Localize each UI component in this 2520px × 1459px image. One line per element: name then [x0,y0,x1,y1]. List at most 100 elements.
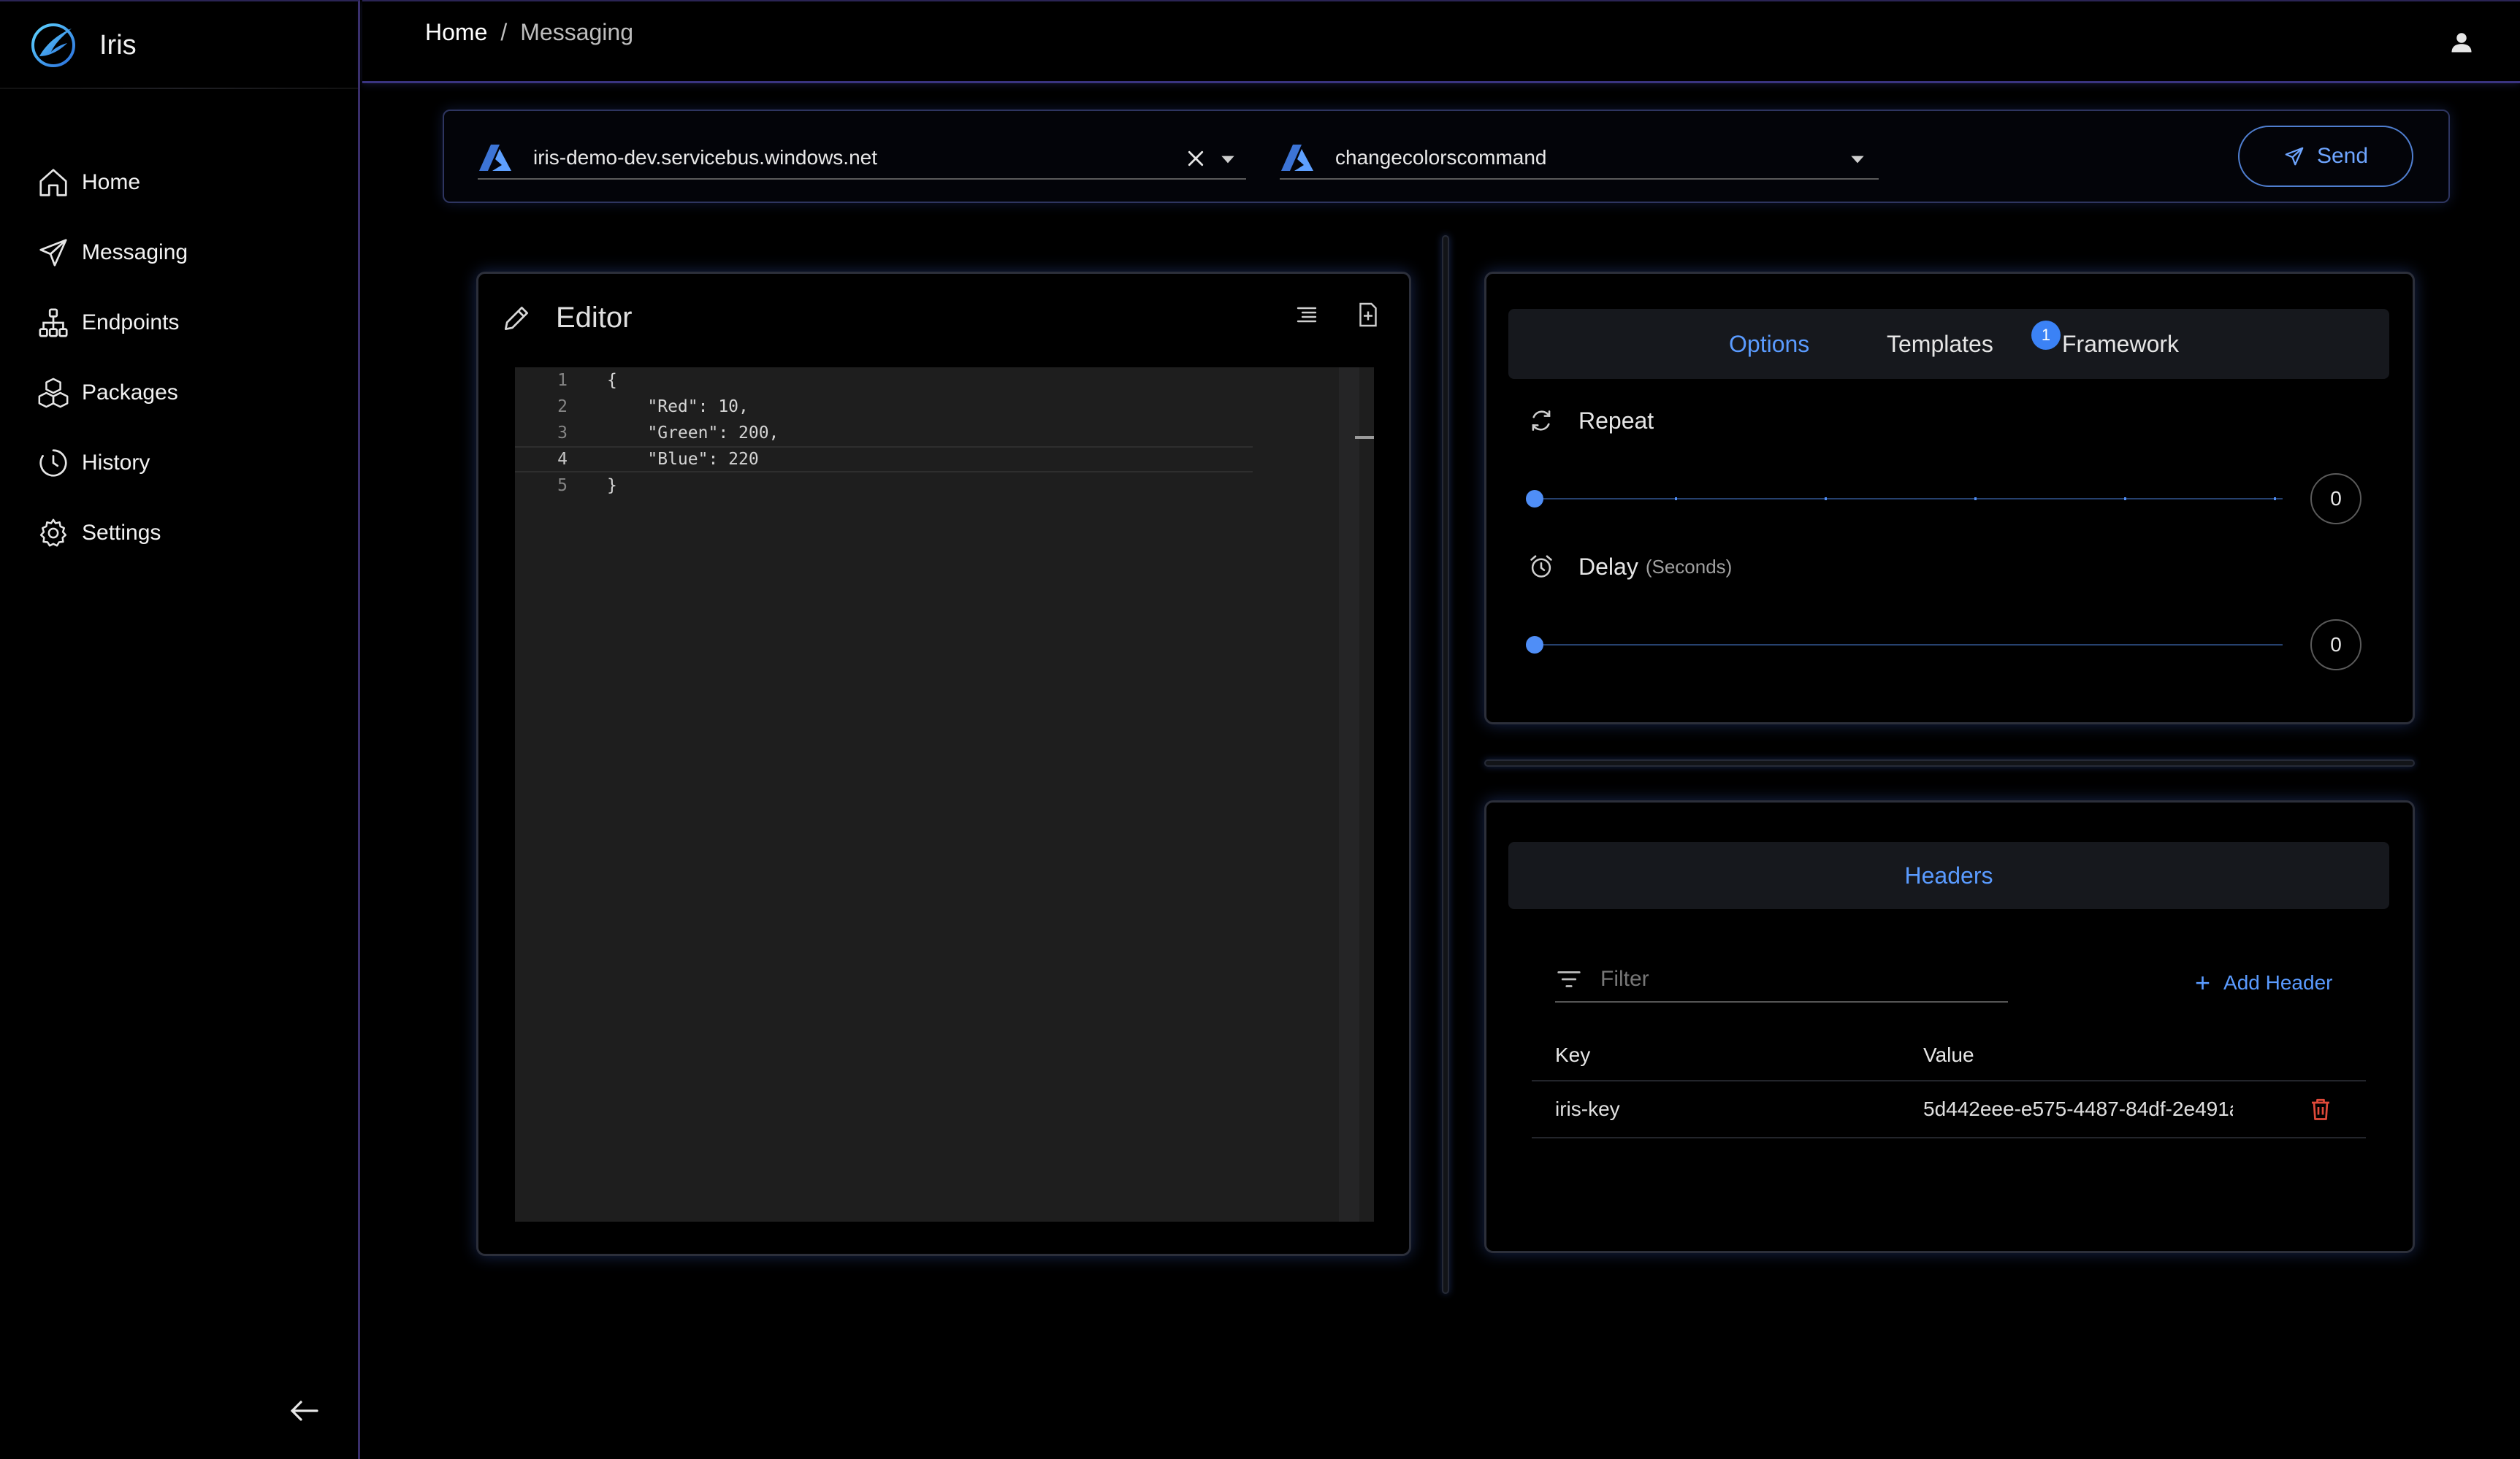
azure-icon [479,145,511,171]
endpoints-icon [39,308,68,337]
breadcrumb-current: Messaging [520,19,633,45]
sidebar: Iris Home Messaging Endpoints Packages H… [0,0,360,1459]
templates-count-badge: 1 [2031,321,2061,350]
sidebar-item-history[interactable]: History [37,428,188,498]
send-toolbar: iris-demo-dev.servicebus.windows.net cha… [443,110,2450,203]
options-tabs: Options Templates 1 Framework [1508,309,2389,379]
sidebar-item-label: History [82,451,150,475]
refresh-icon [1532,410,1551,431]
sidebar-item-settings[interactable]: Settings [37,498,188,568]
message-type-value: changecolorscommand [1335,146,1547,169]
code-text: "Blue": 220 [607,450,759,469]
pencil-icon [504,306,529,330]
header-value-cell[interactable]: 5d442eee-e575-4487-84df-2e491a [1923,1098,2233,1121]
table-divider [1532,1080,2366,1081]
slider-tick [2124,497,2126,500]
sidebar-item-label: Endpoints [82,310,180,334]
slider-rail [1533,644,2283,646]
delay-slider[interactable] [1526,630,2283,659]
line-number: 2 [557,397,568,416]
header-key-cell[interactable]: iris-key [1555,1098,1620,1121]
headers-panel: Headers + Add Header Key Value iris-key … [1484,800,2415,1253]
code-editor[interactable]: 1 { 2 "Red": 10, 3 "Green": 200, 4 "Blue… [515,367,1374,1222]
delay-unit: (Seconds) [1645,555,1733,578]
sidebar-item-endpoints[interactable]: Endpoints [37,288,188,358]
plus-icon: + [2195,968,2211,997]
tab-templates[interactable]: Templates [1887,331,1993,358]
send-icon [39,239,67,267]
repeat-slider[interactable] [1526,484,2283,513]
breadcrumb-separator: / [500,19,508,45]
delay-slider-thumb[interactable] [1526,636,1543,654]
gear-icon [39,518,67,547]
send-button[interactable]: Send [2238,126,2413,187]
chevron-down-icon[interactable] [1218,152,1237,166]
repeat-value: 0 [2310,473,2361,524]
send-icon [2285,147,2304,166]
sidebar-item-messaging[interactable]: Messaging [37,218,188,288]
slider-tick [2274,497,2276,500]
send-button-label: Send [2316,144,2369,168]
repeat-slider-thumb[interactable] [1526,490,1543,508]
code-text: { [607,371,617,390]
app-name: Iris [99,29,137,61]
code-line: 2 "Red": 10, [515,394,1253,420]
slider-tick [1675,497,1677,500]
column-header-value: Value [1923,1043,1974,1066]
table-divider [1532,1137,2366,1138]
editor-panel: Editor 1 { 2 "Red": 10, 3 "Green": 200, … [476,272,1411,1256]
header-filter[interactable] [1555,957,2008,1003]
packages-icon [38,378,69,408]
headers-tab-bar: Headers [1508,842,2389,909]
slider-rail [1533,498,2283,499]
editor-scrollbar[interactable] [1339,367,1359,1222]
code-line: 5 } [515,472,1253,499]
editor-scroll-marker[interactable] [1355,436,1374,439]
clear-icon[interactable] [1185,148,1207,169]
alarm-clock-icon [1530,555,1552,578]
line-number: 1 [557,371,568,390]
vertical-splitter[interactable] [1442,235,1449,1294]
code-line: 3 "Green": 200, [515,420,1253,446]
breadcrumb: Home / Messaging [425,19,633,46]
delay-label: Delay (Seconds) [1527,553,1732,581]
azure-icon [1281,145,1313,171]
sidebar-item-packages[interactable]: Packages [37,358,188,428]
sidebar-item-home[interactable]: Home [37,148,188,218]
code-text: } [607,476,617,495]
code-line: 1 { [515,367,1253,394]
tab-framework[interactable]: Framework [2062,331,2179,358]
collapse-sidebar-arrow-icon[interactable] [286,1396,321,1425]
iris-logo-icon [31,23,75,67]
tab-options[interactable]: Options [1729,331,1809,358]
message-type-select[interactable]: changecolorscommand [1280,137,1879,180]
chevron-down-icon[interactable] [1848,152,1867,166]
add-header-label: Add Header [2223,971,2333,994]
breadcrumb-home-link[interactable]: Home [425,19,487,46]
line-number: 5 [557,476,568,495]
code-text: "Green": 200, [607,424,779,443]
column-header-key: Key [1555,1043,1591,1066]
add-header-button[interactable]: + Add Header [2195,968,2332,998]
horizontal-splitter[interactable] [1484,759,2415,767]
repeat-label: Repeat [1527,407,1654,434]
filter-input[interactable] [1600,967,1980,992]
filter-icon [1557,971,1581,987]
delete-trash-icon[interactable] [2307,1096,2334,1122]
sidebar-item-label: Settings [82,521,161,545]
history-icon [39,449,67,477]
user-account-icon[interactable] [2448,29,2475,55]
delay-text: Delay [1578,553,1638,580]
endpoint-value: iris-demo-dev.servicebus.windows.net [533,146,877,169]
code-text: "Red": 10, [607,397,749,416]
editor-header: Editor [500,302,633,334]
tab-headers[interactable]: Headers [1905,862,1993,889]
brand[interactable]: Iris [29,18,137,73]
top-bar: Home / Messaging [362,0,2520,83]
endpoint-select[interactable]: iris-demo-dev.servicebus.windows.net [478,137,1246,180]
sidebar-item-label: Packages [82,380,178,405]
code-line-active: 4 "Blue": 220 [515,446,1253,472]
line-number: 4 [557,450,568,469]
format-document-icon[interactable] [1294,300,1320,329]
new-document-icon[interactable] [1355,300,1381,329]
